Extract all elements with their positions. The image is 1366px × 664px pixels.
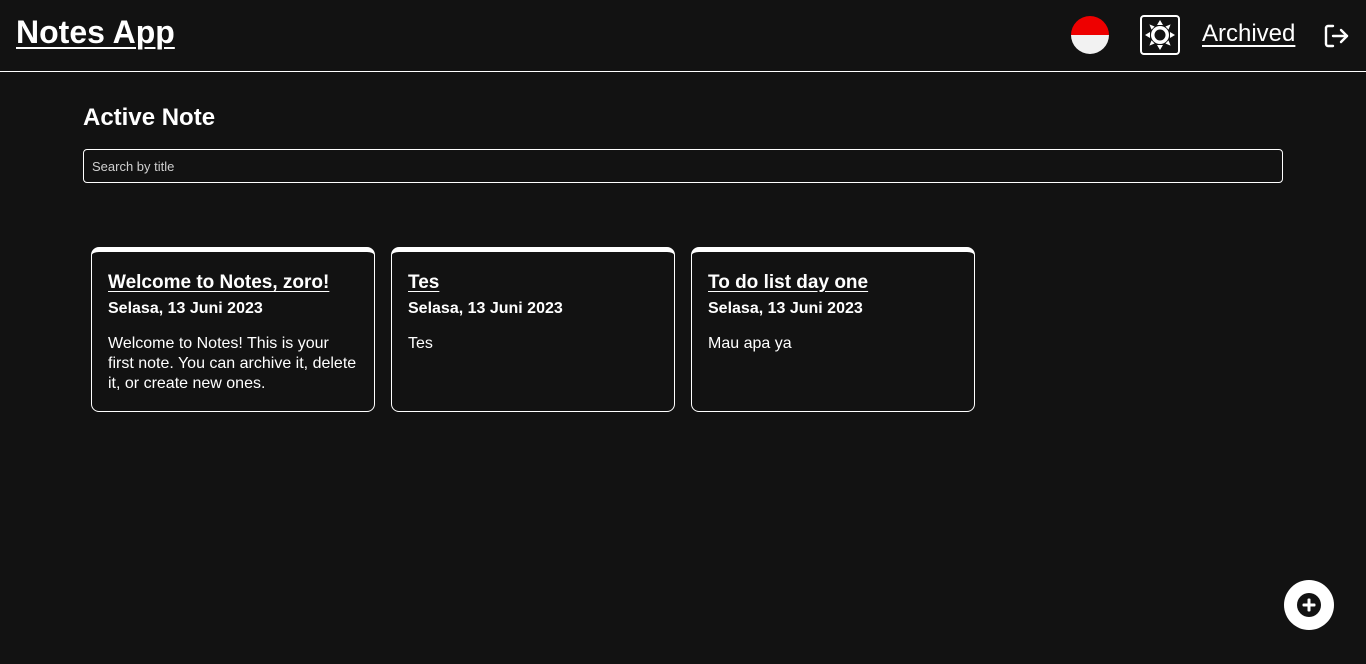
notes-list: Welcome to Notes, zoro! Selasa, 13 Juni … [91,247,975,412]
note-card: Tes Selasa, 13 Juni 2023 Tes [391,247,675,412]
add-note-button[interactable] [1284,580,1334,630]
note-card: Welcome to Notes, zoro! Selasa, 13 Juni … [91,247,375,412]
note-title-link[interactable]: To do list day one [708,272,958,294]
flag-red-stripe [1071,16,1109,35]
app-header: Notes App Archived [0,0,1366,72]
app-title-link[interactable]: Notes App [16,14,175,51]
plus-circle-icon [1297,593,1321,617]
search-input[interactable] [83,149,1283,183]
sun-icon [1145,20,1175,50]
theme-toggle-button[interactable] [1140,15,1180,55]
note-card: To do list day one Selasa, 13 Juni 2023 … [691,247,975,412]
note-body: Tes [408,335,433,352]
note-title-link[interactable]: Tes [408,272,658,294]
note-date: Selasa, 13 Juni 2023 [708,300,863,317]
note-title-link[interactable]: Welcome to Notes, zoro! [108,272,358,294]
note-date: Selasa, 13 Juni 2023 [108,300,263,317]
flag-white-stripe [1071,35,1109,54]
logout-button[interactable] [1322,22,1350,50]
note-body: Mau apa ya [708,335,792,352]
note-date: Selasa, 13 Juni 2023 [408,300,563,317]
language-toggle-button[interactable] [1071,16,1109,54]
archived-nav-link[interactable]: Archived [1202,20,1295,48]
page-title: Active Note [83,104,216,131]
note-body: Welcome to Notes! This is your first not… [108,335,357,392]
logout-icon [1324,24,1349,48]
